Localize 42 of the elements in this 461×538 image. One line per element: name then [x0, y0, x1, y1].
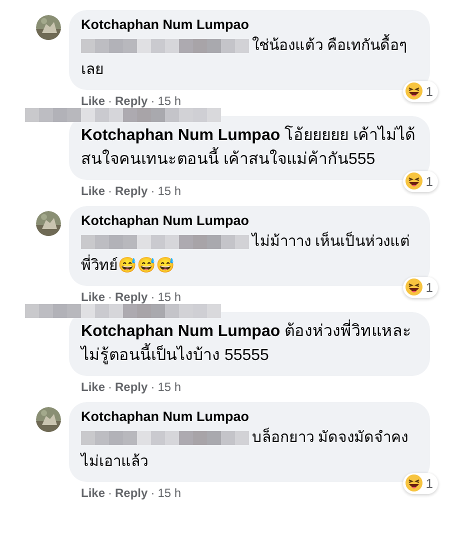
comment-time[interactable]: 15 h	[158, 93, 182, 109]
action-link[interactable]: Like	[81, 183, 106, 199]
comment-text: Kotchaphan Num Lumpao โอ้ยยยยย เค้าไม่ได้สนใจคนเทนะตอนนี้ เค้าสนใจแม่ค้ากัน555	[81, 127, 415, 168]
reaction-badge[interactable]: 1	[402, 170, 438, 192]
comment-time[interactable]: 15 h	[158, 289, 182, 305]
separator-dot: ·	[150, 379, 155, 395]
comment-text: ไม่ม้าาาง เห็นเป็นห่วงแต่พี่วิทย์😅😅😅	[81, 233, 410, 274]
separator-dot: ·	[150, 183, 155, 199]
separator-dot: ·	[108, 93, 112, 109]
comment-time[interactable]: 15 h	[158, 379, 182, 395]
separator-dot: ·	[108, 289, 112, 305]
separator-dot: ·	[150, 485, 155, 501]
comment-time[interactable]: 15 h	[158, 183, 182, 199]
action-link[interactable]: Like	[81, 485, 106, 501]
comment-author[interactable]: Kotchaphan Num Lumpao	[81, 408, 418, 426]
action-link[interactable]: Like	[81, 93, 106, 109]
separator-dot: ·	[108, 183, 112, 199]
separator-dot: ·	[150, 93, 155, 109]
action-link[interactable]: Reply	[115, 93, 148, 109]
action-link[interactable]: Like	[81, 289, 106, 305]
separator-dot: ·	[108, 485, 112, 501]
separator-dot: ·	[108, 379, 112, 395]
reaction-badge[interactable]: 1	[402, 80, 438, 102]
avatar[interactable]	[36, 15, 61, 40]
reaction-badge[interactable]: 1	[402, 276, 438, 298]
laughing-emoji-icon	[404, 474, 423, 492]
action-link[interactable]: Reply	[115, 289, 148, 305]
laughing-emoji-icon	[404, 278, 423, 296]
action-link[interactable]: Reply	[115, 183, 148, 199]
comment-text: บล็อกยาว มัดจงมัดจำคงไม่เอาแล้ว	[81, 429, 408, 470]
action-link[interactable]: Like	[81, 379, 106, 395]
avatar[interactable]	[36, 407, 61, 432]
action-link[interactable]: Reply	[115, 485, 148, 501]
action-link[interactable]: Reply	[115, 379, 148, 395]
comment-time[interactable]: 15 h	[158, 485, 182, 501]
avatar[interactable]	[36, 211, 61, 236]
laughing-emoji-icon	[404, 172, 423, 190]
reaction-badge[interactable]: 1	[402, 472, 438, 494]
comment-author[interactable]: Kotchaphan Num Lumpao	[81, 16, 418, 34]
laughing-emoji-icon	[404, 82, 423, 100]
comment-author[interactable]: Kotchaphan Num Lumpao	[81, 212, 418, 230]
separator-dot: ·	[150, 289, 155, 305]
